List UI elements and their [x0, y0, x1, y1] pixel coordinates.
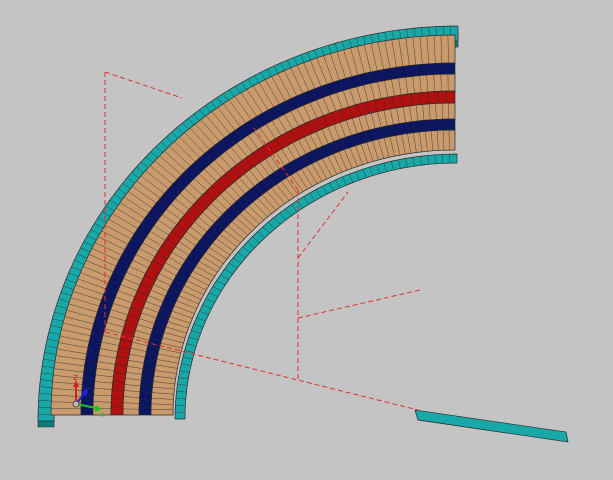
construction-line: [104, 71, 183, 99]
model-canvas[interactable]: X Y Z: [0, 0, 613, 480]
x-axis-label: X: [100, 411, 105, 419]
y-axis-label: Y: [84, 387, 90, 395]
construction-line: [297, 289, 421, 319]
coil-model[interactable]: [37, 25, 569, 443]
end-face[interactable]: [414, 409, 569, 443]
z-axis-label: Z: [73, 374, 78, 382]
3d-viewport[interactable]: X Y Z: [0, 0, 613, 480]
triad-origin: [72, 400, 80, 408]
